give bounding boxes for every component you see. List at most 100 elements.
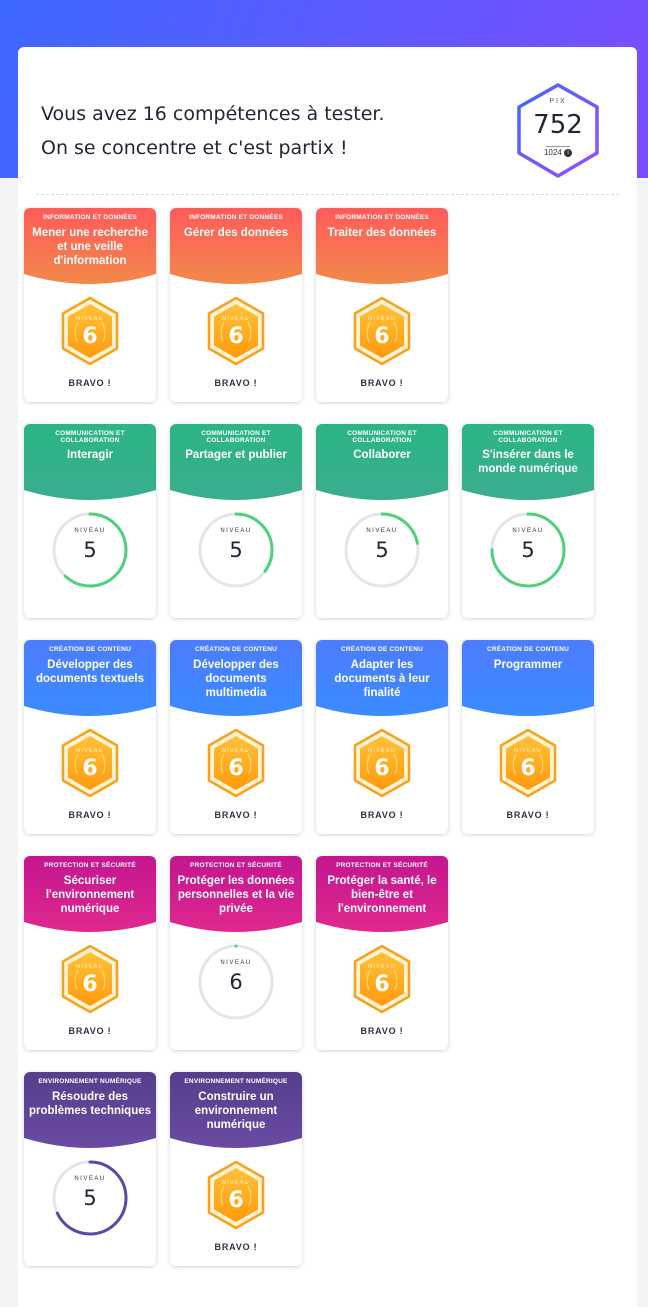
level-value: 5 — [229, 538, 243, 562]
level-label: NIVEAU — [368, 964, 396, 970]
competence-area-label: CRÉATION DE CONTENU — [48, 646, 132, 653]
level-value: 6 — [228, 756, 244, 781]
level-label: NIVEAU — [220, 528, 252, 534]
level-value: 6 — [229, 970, 243, 994]
level-label: NIVEAU — [512, 528, 544, 534]
competence-area-label: ENVIRONNEMENT NUMÉRIQUE — [184, 1078, 288, 1085]
pix-label: PIX — [549, 98, 567, 105]
competence-area-label: CRÉATION DE CONTENU — [194, 646, 278, 653]
competence-card[interactable]: CRÉATION DE CONTENU Développer des docume… — [170, 640, 302, 834]
competence-name: Partager et publier — [185, 449, 287, 461]
competence-card[interactable]: PROTECTION ET SÉCURITÉ Protéger la santé,… — [316, 856, 448, 1050]
competence-card[interactable]: INFORMATION ET DONNÉES Traiter des donnée… — [316, 208, 448, 402]
pix-score: 752 — [533, 110, 583, 140]
competence-name: Programmer — [493, 659, 563, 671]
divider — [36, 194, 619, 195]
level-label: NIVEAU — [220, 960, 252, 966]
competence-area-label: PROTECTION ET SÉCURITÉ — [44, 862, 136, 869]
intro-text: Vous avez 16 compétences à tester. On se… — [41, 97, 461, 165]
bravo-label: BRAVO ! — [506, 810, 550, 820]
level-value: 5 — [83, 1186, 97, 1210]
competence-card[interactable]: CRÉATION DE CONTENU Développer des docume… — [24, 640, 156, 834]
competence-card[interactable]: CRÉATION DE CONTENU Programmer NIVEAU 6 BRAV… — [462, 640, 594, 834]
intro-line-2: On se concentre et c'est partix ! — [41, 137, 348, 159]
competence-card[interactable]: CRÉATION DE CONTENU Adapter les documents… — [316, 640, 448, 834]
competence-name: Traiter des données — [327, 227, 437, 239]
competence-name: Protéger la santé, le bien-être et l'env… — [327, 875, 437, 915]
competence-name: Adapter les documents à leur finalité — [334, 659, 430, 699]
level-label: NIVEAU — [222, 1180, 250, 1186]
competence-card[interactable]: ENVIRONNEMENT NUMÉRIQUE Résoudre des prob… — [24, 1072, 156, 1266]
level-label: NIVEAU — [222, 748, 250, 754]
bravo-label: BRAVO ! — [68, 378, 112, 388]
level-label: NIVEAU — [76, 748, 104, 754]
competence-area-label: CRÉATION DE CONTENU — [486, 646, 570, 653]
competence-area-label: CRÉATION DE CONTENU — [340, 646, 424, 653]
level-value: 5 — [521, 538, 535, 562]
competence-name: Mener une recherche et une veille d'info… — [32, 227, 148, 267]
competence-area-label: PROTECTION ET SÉCURITÉ — [190, 862, 282, 869]
competence-card[interactable]: PROTECTION ET SÉCURITÉ Sécuriser l'enviro… — [24, 856, 156, 1050]
bravo-label: BRAVO ! — [360, 1026, 404, 1036]
bravo-label: BRAVO ! — [68, 1026, 112, 1036]
level-label: NIVEAU — [222, 316, 250, 322]
level-label: NIVEAU — [368, 748, 396, 754]
bravo-label: BRAVO ! — [214, 378, 258, 388]
pix-max-value: 1024 — [543, 148, 562, 157]
level-value: 6 — [374, 972, 390, 997]
level-value: 6 — [82, 756, 98, 781]
level-label: NIVEAU — [368, 316, 396, 322]
competence-name: Interagir — [66, 449, 113, 461]
bravo-label: BRAVO ! — [360, 810, 404, 820]
competence-card[interactable]: ENVIRONNEMENT NUMÉRIQUE Construire un env… — [170, 1072, 302, 1266]
level-label: NIVEAU — [366, 528, 398, 534]
competence-card[interactable]: COMMUNICATION ET COLLABORATION Interagir N… — [24, 424, 156, 618]
bravo-label: BRAVO ! — [214, 1242, 258, 1252]
competence-area-label: COMMUNICATION ET COLLABORATION — [201, 430, 271, 444]
competence-name: Collaborer — [353, 449, 411, 461]
level-value: 5 — [83, 538, 97, 562]
competence-card[interactable]: INFORMATION ET DONNÉES Mener une recherch… — [24, 208, 156, 402]
level-label: NIVEAU — [514, 748, 542, 754]
bravo-label: BRAVO ! — [68, 810, 112, 820]
competence-card[interactable]: COMMUNICATION ET COLLABORATION Partager e… — [170, 424, 302, 618]
competence-area-label: INFORMATION ET DONNÉES — [43, 214, 137, 221]
bravo-label: BRAVO ! — [360, 378, 404, 388]
level-value: 6 — [374, 324, 390, 349]
pix-max: 1024 i — [513, 148, 603, 157]
competence-card[interactable]: COMMUNICATION ET COLLABORATION S'insérer … — [462, 424, 594, 618]
competence-name: S'insérer dans le monde numérique — [478, 449, 578, 475]
competence-card[interactable]: INFORMATION ET DONNÉES Gérer des données N… — [170, 208, 302, 402]
competence-area-label: INFORMATION ET DONNÉES — [189, 214, 283, 221]
level-value: 6 — [82, 972, 98, 997]
competence-name: Sécuriser l'environnement numérique — [45, 875, 135, 915]
level-value: 6 — [228, 1188, 244, 1213]
level-label: NIVEAU — [76, 316, 104, 322]
competence-card[interactable]: COMMUNICATION ET COLLABORATION Collaborer… — [316, 424, 448, 618]
level-value: 6 — [374, 756, 390, 781]
level-value: 6 — [228, 324, 244, 349]
intro-line-1: Vous avez 16 compétences à tester. — [41, 103, 385, 125]
level-label: NIVEAU — [74, 1176, 106, 1182]
competence-area-label: COMMUNICATION ET COLLABORATION — [347, 430, 417, 444]
level-label: NIVEAU — [74, 528, 106, 534]
competence-area-label: ENVIRONNEMENT NUMÉRIQUE — [38, 1078, 142, 1085]
competence-area-label: COMMUNICATION ET COLLABORATION — [493, 430, 563, 444]
level-value: 6 — [520, 756, 536, 781]
competence-name: Gérer des données — [183, 227, 289, 239]
info-icon[interactable]: i — [564, 148, 573, 157]
competence-name: Résoudre des problèmes techniques — [28, 1091, 152, 1117]
competence-name: Protéger les données personnelles et la … — [177, 875, 295, 915]
level-value: 5 — [375, 538, 389, 562]
level-value: 6 — [82, 324, 98, 349]
competence-area-label: INFORMATION ET DONNÉES — [335, 214, 429, 221]
competence-name: Construire un environnement numérique — [194, 1091, 278, 1131]
competence-area-label: COMMUNICATION ET COLLABORATION — [55, 430, 125, 444]
competence-card[interactable]: PROTECTION ET SÉCURITÉ Protéger les donné… — [170, 856, 302, 1050]
pix-score-badge: PIX 752 1024 i — [513, 82, 603, 180]
level-label: NIVEAU — [76, 964, 104, 970]
bravo-label: BRAVO ! — [214, 810, 258, 820]
competence-name: Développer des documents textuels — [36, 659, 144, 685]
competence-area-label: PROTECTION ET SÉCURITÉ — [336, 862, 428, 869]
competence-name: Développer des documents multimedia — [193, 659, 279, 699]
